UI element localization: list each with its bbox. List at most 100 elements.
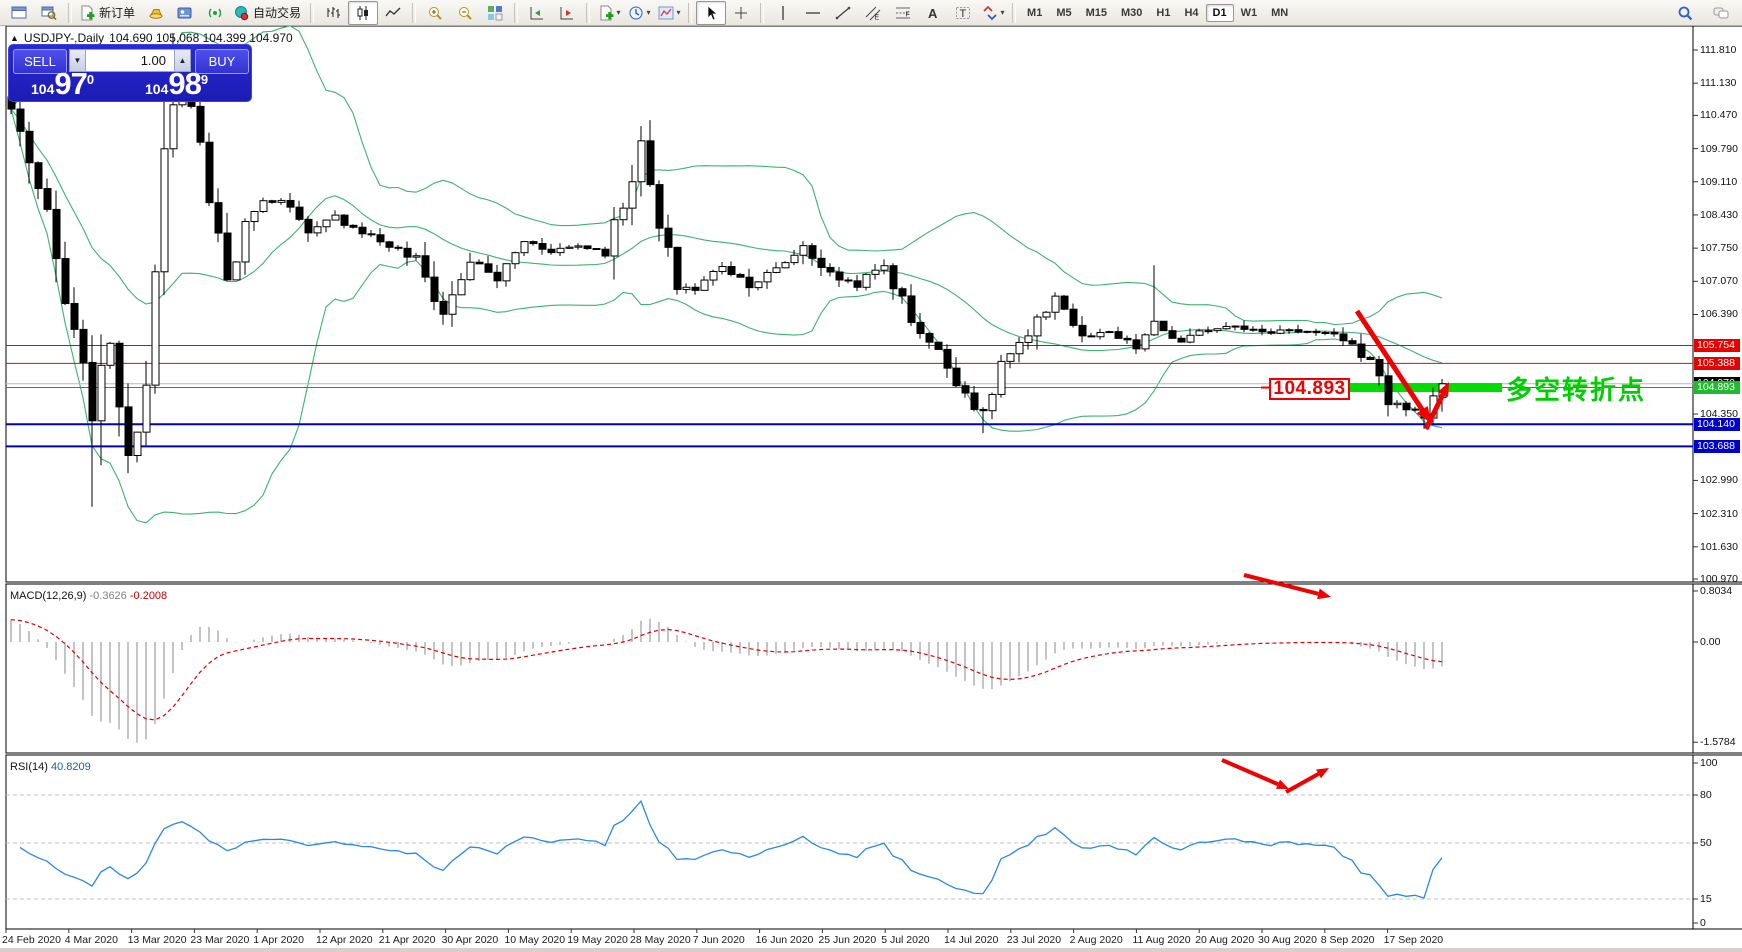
zoom-out-icon[interactable]	[450, 1, 480, 25]
periods-icon	[628, 5, 644, 21]
dropdown-caret-icon[interactable]: ▾	[647, 8, 651, 17]
date-axis-label: 4 Mar 2020	[65, 934, 118, 946]
vertical-line-icon[interactable]	[768, 1, 798, 25]
macd-label: MACD(12,26,9) -0.3626 -0.2008	[10, 590, 167, 602]
date-axis-label: 5 Jul 2020	[881, 934, 929, 946]
crosshair-icon	[733, 5, 749, 21]
chart-collapse-icon[interactable]: ▲	[10, 33, 19, 43]
candlestick-icon	[355, 5, 371, 21]
dropdown-caret-icon[interactable]: ▾	[1001, 8, 1005, 17]
terminal-icon[interactable]	[170, 1, 200, 25]
zoom-out-icon	[457, 5, 473, 21]
periods-icon[interactable]: ▾	[624, 1, 654, 25]
timeframe-m30[interactable]: M30	[1114, 4, 1149, 22]
arrows-icon[interactable]: ▾	[978, 1, 1008, 25]
rsi-axis-label: 100	[1700, 757, 1718, 769]
date-axis-label: 13 Mar 2020	[128, 934, 187, 946]
price-axis-label: 111.810	[1700, 44, 1736, 56]
chat-icon[interactable]	[1706, 1, 1736, 25]
date-axis-label: 30 Aug 2020	[1258, 934, 1317, 946]
toolbar-separator	[688, 3, 692, 23]
equidistant-channel-icon: E	[865, 5, 881, 21]
chart-shift-icon	[559, 5, 575, 21]
price-annotation-box[interactable]: 104.893	[1269, 378, 1350, 400]
new-order-button[interactable]: 新订单	[76, 1, 140, 25]
timeframe-m5[interactable]: M5	[1049, 4, 1078, 22]
date-axis-label: 2 Aug 2020	[1070, 934, 1123, 946]
line-chart-icon[interactable]	[378, 1, 408, 25]
chart-canvas[interactable]	[0, 26, 1742, 952]
text-icon[interactable]: A	[918, 1, 948, 25]
bar-chart-icon[interactable]	[318, 1, 348, 25]
timeframe-mn[interactable]: MN	[1264, 4, 1295, 22]
preview-icon	[41, 5, 57, 21]
price-tag: 104.140	[1694, 418, 1740, 431]
dropdown-caret-icon[interactable]: ▾	[617, 8, 621, 17]
equidistant-channel-icon[interactable]: E	[858, 1, 888, 25]
timeframe-d1[interactable]: D1	[1206, 4, 1234, 22]
text-label-icon[interactable]: T	[948, 1, 978, 25]
preview-icon[interactable]	[34, 1, 64, 25]
volume-field[interactable]: 1.00	[86, 49, 174, 72]
macd-axis-label: 0.8034	[1700, 585, 1732, 597]
toolbar-separator	[586, 3, 590, 23]
horizontal-line-icon[interactable]	[798, 1, 828, 25]
dropdown-caret-icon[interactable]: ▾	[677, 8, 681, 17]
auto-trading-button[interactable]: 自动交易	[230, 1, 306, 25]
line-chart-icon	[385, 5, 401, 21]
price-tag: 104.893	[1694, 381, 1740, 394]
svg-text:F: F	[906, 11, 910, 18]
templates-icon	[658, 5, 674, 21]
date-axis-label: 23 Mar 2020	[190, 934, 249, 946]
price-axis-label: 100.970	[1700, 573, 1738, 585]
fibonacci-icon: F	[895, 5, 911, 21]
cursor-icon[interactable]	[696, 1, 726, 25]
buy-price[interactable]: 104989	[145, 70, 208, 98]
timeframe-m15[interactable]: M15	[1079, 4, 1114, 22]
indicators-icon[interactable]: ▾	[594, 1, 624, 25]
price-axis-label: 102.990	[1700, 474, 1738, 486]
text-label-icon: T	[955, 5, 971, 21]
date-axis-label: 1 Apr 2020	[253, 934, 304, 946]
signals-icon	[207, 5, 223, 21]
price-axis-label: 108.430	[1700, 209, 1738, 221]
bar-chart-icon	[325, 5, 341, 21]
timeframe-h1[interactable]: H1	[1149, 4, 1177, 22]
toolbar-separator	[310, 3, 314, 23]
crosshair-icon[interactable]	[726, 1, 756, 25]
candlestick-icon[interactable]	[348, 1, 378, 25]
templates-icon[interactable]: ▾	[654, 1, 684, 25]
signals-icon[interactable]	[200, 1, 230, 25]
date-axis-label: 21 Apr 2020	[379, 934, 436, 946]
fibonacci-icon[interactable]: F	[888, 1, 918, 25]
date-axis-label: 19 May 2020	[567, 934, 628, 946]
toolbar: 新订单 自动交易 ▾ ▾ ▾ E F AT ▾ M1M5M15M30H1H4D1W1MN	[0, 0, 1742, 26]
macd-axis-label: 0.00	[1700, 636, 1720, 648]
status-strip	[0, 948, 1742, 952]
timeframe-h4[interactable]: H4	[1177, 4, 1205, 22]
chart-shift-icon[interactable]	[552, 1, 582, 25]
turning-point-annotation[interactable]: 多空转折点	[1506, 370, 1646, 407]
date-axis-label: 28 May 2020	[630, 934, 691, 946]
rsi-axis-label: 0	[1700, 917, 1706, 929]
timeframe-m1[interactable]: M1	[1020, 4, 1049, 22]
date-axis-label: 8 Sep 2020	[1321, 934, 1375, 946]
timeframe-w1[interactable]: W1	[1234, 4, 1265, 22]
trendline-icon[interactable]	[828, 1, 858, 25]
toolbar-separator	[1012, 3, 1016, 23]
charts-window-icon[interactable]	[4, 1, 34, 25]
charts-window-icon	[11, 5, 27, 21]
tile-windows-icon[interactable]	[480, 1, 510, 25]
price-tag: 105.388	[1694, 357, 1740, 370]
auto-scroll-icon[interactable]	[522, 1, 552, 25]
auto-trading-button-label: 自动交易	[251, 4, 303, 21]
tile-windows-icon	[487, 5, 503, 21]
zoom-in-icon[interactable]	[420, 1, 450, 25]
price-axis-label: 107.070	[1700, 275, 1738, 287]
new-order-icon	[79, 5, 95, 21]
date-axis-label: 10 May 2020	[504, 934, 565, 946]
history-center-icon[interactable]	[140, 1, 170, 25]
date-axis-label: 20 Aug 2020	[1195, 934, 1254, 946]
search-icon[interactable]	[1670, 1, 1700, 25]
sell-price[interactable]: 104970	[31, 70, 94, 98]
